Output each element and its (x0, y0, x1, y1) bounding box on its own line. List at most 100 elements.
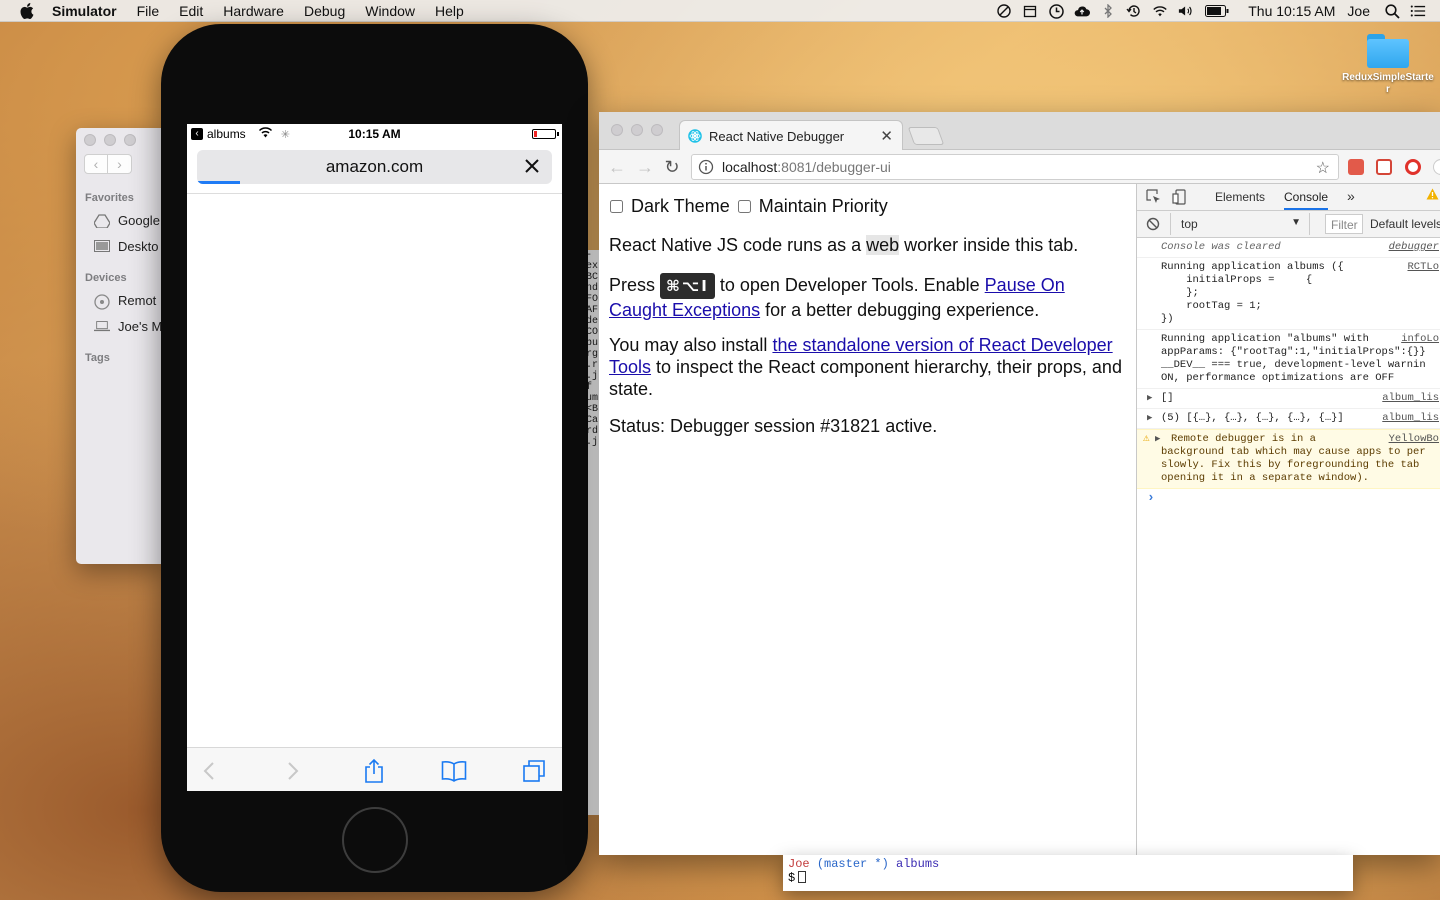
zoom-window-button[interactable] (651, 124, 663, 136)
safari-address-bar[interactable]: amazon.com (197, 150, 552, 184)
terminal-line: <B (586, 404, 599, 415)
console-message-text: Console was cleared (1161, 241, 1281, 253)
more-tabs-button[interactable]: » (1347, 188, 1355, 204)
terminal-window[interactable]: Joe (master *) albums $ (783, 855, 1353, 891)
expand-triangle-icon[interactable]: ▶ (1147, 392, 1152, 405)
browser-back-icon[interactable]: ← (607, 157, 627, 177)
console-message-text: Running application "albums" with appPar… (1161, 333, 1426, 384)
menu-debug[interactable]: Debug (304, 3, 345, 19)
info-icon[interactable] (698, 159, 714, 175)
safari-forward-icon[interactable] (280, 758, 306, 784)
devtools-hint-text: Press ⌘⌥I to open Developer Tools. Enabl… (609, 273, 1124, 321)
console-message[interactable]: ▶ [] album_lis (1137, 389, 1440, 409)
text-span: worker inside this tab. (899, 235, 1079, 255)
finder-forward-button[interactable]: › (108, 154, 132, 174)
omnibox[interactable]: localhost:8081/debugger-ui ☆ (691, 154, 1339, 180)
menu-help[interactable]: Help (435, 3, 464, 19)
expand-triangle-icon[interactable]: ▶ (1155, 433, 1160, 446)
close-window-button[interactable] (611, 124, 623, 136)
minimize-window-button[interactable] (631, 124, 643, 136)
warning-icon[interactable] (1426, 188, 1439, 203)
spotlight-icon[interactable] (1384, 3, 1400, 19)
menu-file[interactable]: File (137, 3, 160, 19)
menu-hardware[interactable]: Hardware (223, 3, 284, 19)
expand-triangle-icon[interactable]: ▶ (1147, 412, 1152, 425)
close-tab-icon[interactable]: ✕ (880, 127, 893, 145)
back-to-app-button[interactable]: ‹ albums (191, 127, 246, 141)
menubar-user[interactable]: Joe (1347, 3, 1370, 19)
log-levels-dropdown[interactable]: Default levels (1370, 217, 1440, 231)
gmail-extension-icon[interactable] (1376, 159, 1392, 175)
dark-theme-checkbox[interactable] (610, 200, 623, 213)
tab-console[interactable]: Console (1284, 190, 1329, 210)
more-extensions-icon[interactable] (1433, 159, 1440, 175)
console-source-link[interactable]: debugger (1384, 241, 1439, 254)
console-source-link[interactable]: album_lis (1378, 412, 1439, 425)
wifi-icon[interactable] (1152, 3, 1168, 19)
time-machine-icon[interactable] (1126, 3, 1142, 19)
console-message: Running application "albums" with appPar… (1137, 330, 1440, 389)
tab-elements[interactable]: Elements (1215, 190, 1265, 204)
finder-back-button[interactable]: ‹ (84, 154, 108, 174)
volume-icon[interactable] (1178, 3, 1194, 19)
menu-window[interactable]: Window (365, 3, 415, 19)
react-logo-icon (688, 129, 702, 143)
zoom-window-button[interactable] (124, 134, 136, 146)
bluetooth-icon[interactable] (1100, 3, 1116, 19)
console-prompt[interactable]: › (1147, 491, 1440, 504)
menu-edit[interactable]: Edit (179, 3, 203, 19)
desktop-folder[interactable]: ReduxSimpleStarter (1342, 34, 1434, 96)
sidebar-item-desktop[interactable]: Deskto (94, 239, 158, 254)
safari-back-icon[interactable] (196, 758, 222, 784)
bookmark-star-icon[interactable]: ☆ (1316, 158, 1330, 178)
console-source-link[interactable]: infoLo (1397, 333, 1439, 346)
menubar-clock[interactable]: Thu 10:15 AM (1248, 3, 1335, 19)
terminal-line: um (586, 393, 599, 404)
safari-url[interactable]: amazon.com (197, 157, 552, 177)
sidebar-item-macbook[interactable]: Joe's M (94, 319, 162, 334)
browser-forward-icon[interactable]: → (635, 157, 655, 177)
minimize-window-button[interactable] (104, 134, 116, 146)
sidebar-item-label: Google (118, 213, 160, 228)
notification-center-icon[interactable] (1410, 3, 1426, 19)
battery-icon[interactable] (1204, 3, 1230, 19)
keyboard-shortcut: ⌘⌥I (660, 273, 715, 299)
files-icon[interactable] (1022, 3, 1038, 19)
debugger-page: Dark Theme Maintain Priority React Nativ… (599, 184, 1136, 855)
home-button[interactable] (342, 807, 408, 873)
maintain-priority-label[interactable]: Maintain Priority (759, 196, 888, 217)
apple-icon[interactable] (20, 2, 34, 19)
sidebar-item-remote[interactable]: Remot (94, 293, 156, 310)
inspect-element-icon[interactable] (1146, 189, 1161, 207)
console-message[interactable]: ▶ (5) [{…}, {…}, {…}, {…}, {…}] album_lis (1137, 409, 1440, 429)
clear-console-icon[interactable] (1146, 217, 1160, 234)
reload-icon[interactable]: ↻ (662, 157, 682, 177)
context-selector[interactable]: top ▼ (1170, 213, 1310, 235)
cloud-upload-icon[interactable] (1074, 3, 1091, 19)
console-output: Console was cleared debugger Running appli… (1137, 238, 1440, 504)
tab-react-native-debugger[interactable]: React Native Debugger ✕ (679, 120, 903, 151)
console-source-link[interactable]: album_lis (1378, 392, 1439, 405)
console-filter-input[interactable]: Filter (1325, 214, 1363, 234)
new-tab-button[interactable] (907, 127, 945, 145)
sidebar-item-google[interactable]: Google (94, 213, 160, 228)
text-span: React Native JS code runs as a (609, 235, 867, 255)
back-chevron-icon: ‹ (191, 128, 203, 140)
maintain-priority-checkbox[interactable] (737, 200, 751, 213)
device-toolbar-icon[interactable] (1172, 189, 1186, 208)
time-icon[interactable] (1048, 3, 1064, 19)
close-window-button[interactable] (84, 134, 96, 146)
console-source-link[interactable]: RCTLo (1403, 261, 1439, 274)
opera-extension-icon[interactable] (1405, 159, 1421, 175)
extension-dashes-icon[interactable] (1348, 159, 1364, 175)
share-icon[interactable] (361, 758, 387, 784)
menu-app-name[interactable]: Simulator (52, 3, 117, 19)
do-not-disturb-icon[interactable] (996, 3, 1012, 19)
console-message-text: [] (1161, 392, 1174, 404)
tabs-icon[interactable] (521, 758, 547, 784)
bookmarks-icon[interactable] (441, 758, 467, 784)
console-source-link[interactable]: YellowBo (1384, 433, 1439, 446)
finder-window: ‹ › Favorites Google Deskto Devices Remo… (76, 128, 166, 564)
dark-theme-label[interactable]: Dark Theme (631, 196, 730, 217)
stop-loading-icon[interactable] (520, 154, 544, 178)
